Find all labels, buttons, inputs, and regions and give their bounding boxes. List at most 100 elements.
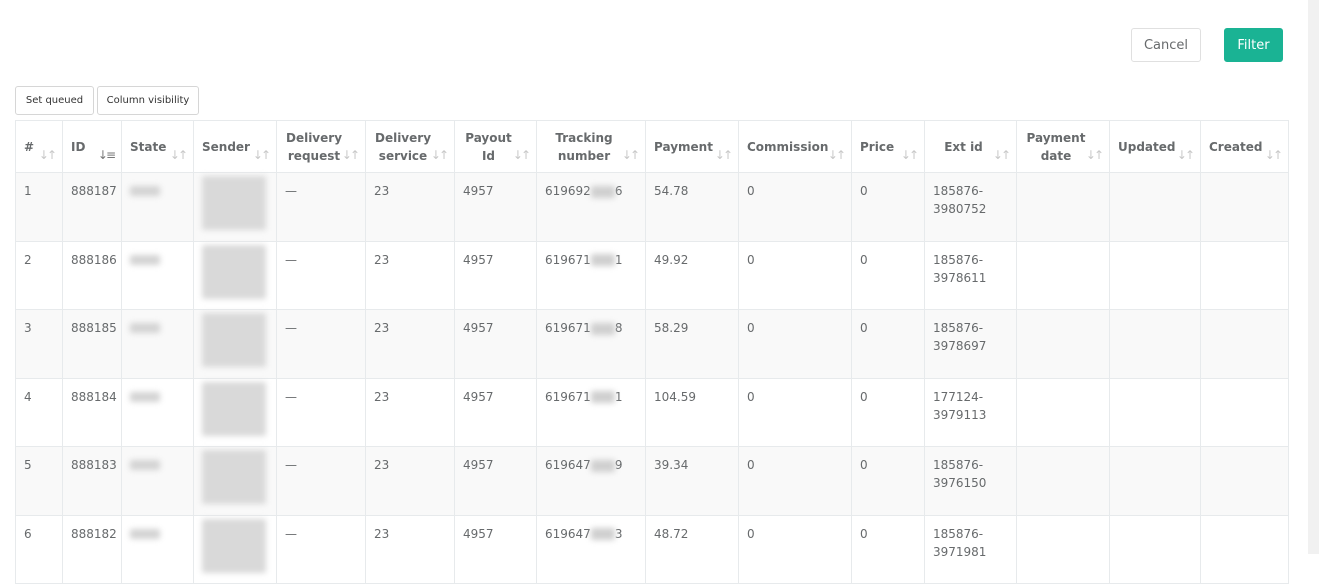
tracking-suffix: 1 <box>614 252 623 267</box>
cell-delivery-request: — <box>276 309 366 379</box>
column-header-payment[interactable]: Payment ↓↑ <box>645 120 739 173</box>
cell-state <box>121 309 194 379</box>
column-header-label: Payment date <box>1026 130 1086 163</box>
sort-both-icon[interactable]: ↓↑ <box>715 146 733 164</box>
column-header-created[interactable]: Created ↓↑ <box>1200 120 1289 173</box>
tracking-prefix: 619671 <box>545 252 591 267</box>
cell-id: 888183 <box>62 446 122 516</box>
table-row[interactable]: 2 888186—23 4957 619671 1 49.92 0 0 185876-39786… <box>15 240 1289 310</box>
cell-payment-date <box>1016 514 1110 584</box>
cell-ext-id: 177124-3979113 <box>924 377 1017 447</box>
table-row[interactable]: 6 888182—23 4957 619647 3 48.72 0 0 185876-39719… <box>15 514 1289 584</box>
sort-both-icon[interactable]: ↓↑ <box>342 146 360 164</box>
cell-num: 5 <box>15 446 63 516</box>
cell-commission: 0 <box>738 172 852 242</box>
column-header-label: Ext id <box>944 139 983 154</box>
cancel-button[interactable]: Cancel <box>1131 28 1201 62</box>
sort-both-icon[interactable]: ↓↑ <box>901 146 919 164</box>
column-header-label: Created <box>1209 139 1263 154</box>
table-row[interactable]: 1 888187—23 4957 619692 6 54.78 0 0 185876-39807… <box>15 172 1289 242</box>
sort-both-icon[interactable]: ↓↑ <box>828 146 846 164</box>
column-header-commission[interactable]: Commission ↓↑ <box>738 120 852 173</box>
tracking-number: 619671 1 <box>545 390 622 404</box>
sort-both-icon[interactable]: ↓↑ <box>170 146 188 164</box>
column-header-delivery-service[interactable]: Delivery service ↓↑ <box>365 120 455 173</box>
cell-delivery-request: — <box>276 446 366 516</box>
column-header-label: Updated <box>1118 139 1176 154</box>
sort-both-icon[interactable]: ↓↑ <box>39 146 57 164</box>
cell-num: 4 <box>15 377 63 447</box>
column-header-label: Commission <box>747 139 829 154</box>
sort-desc-icon[interactable]: ↓≡ <box>98 146 116 164</box>
cell-state <box>121 377 194 447</box>
tracking-suffix: 1 <box>614 389 623 404</box>
table-row[interactable]: 5 888183—23 4957 619647 9 39.34 0 0 185876-39761… <box>15 446 1289 516</box>
sort-both-icon[interactable]: ↓↑ <box>993 146 1011 164</box>
column-header-ext-id[interactable]: Ext id ↓↑ <box>924 120 1017 173</box>
column-header-label: Payout Id <box>465 130 512 163</box>
cell-delivery-service: 23 <box>365 309 455 379</box>
cell-ext-id: 185876-3978611 <box>924 240 1017 310</box>
cell-state <box>121 446 194 516</box>
sort-both-icon[interactable]: ↓↑ <box>431 146 449 164</box>
cell-updated <box>1109 514 1201 584</box>
cell-sender <box>193 240 277 310</box>
cell-id: 888186 <box>62 240 122 310</box>
cell-ext-id: 185876-3980752 <box>924 172 1017 242</box>
column-header-label: Tracking number <box>555 130 613 163</box>
column-header-label: Payment <box>654 139 713 154</box>
filter-button[interactable]: Filter <box>1224 28 1283 62</box>
cell-id: 888182 <box>62 514 122 584</box>
cell-updated <box>1109 309 1201 379</box>
cell-num: 6 <box>15 514 63 584</box>
sort-both-icon[interactable]: ↓↑ <box>1177 146 1195 164</box>
cell-tracking-number: 619647 9 <box>536 446 646 516</box>
column-header-sender[interactable]: Sender ↓↑ <box>193 120 277 173</box>
cell-num: 2 <box>15 240 63 310</box>
column-header-label: State <box>130 139 167 154</box>
cell-updated <box>1109 172 1201 242</box>
column-header-updated[interactable]: Updated ↓↑ <box>1109 120 1201 173</box>
cell-price: 0 <box>851 309 925 379</box>
cell-sender <box>193 514 277 584</box>
cell-created <box>1200 514 1289 584</box>
redacted-tracking <box>590 185 615 198</box>
table-header: # ↓↑ ID ↓≡ State ↓↑ Sender ↓↑ Delivery request ↓↑… <box>15 120 1289 173</box>
column-header-id[interactable]: ID ↓≡ <box>62 120 122 173</box>
sort-both-icon[interactable]: ↓↑ <box>622 146 640 164</box>
column-header-num[interactable]: # ↓↑ <box>15 120 63 173</box>
sort-both-icon[interactable]: ↓↑ <box>1086 146 1104 164</box>
cell-price: 0 <box>851 446 925 516</box>
column-header-state[interactable]: State ↓↑ <box>121 120 194 173</box>
tracking-number: 619671 8 <box>545 321 622 335</box>
column-header-price[interactable]: Price ↓↑ <box>851 120 925 173</box>
redacted-tracking <box>590 322 615 335</box>
cell-updated <box>1109 240 1201 310</box>
column-header-label: Delivery service <box>374 130 432 163</box>
cell-tracking-number: 619671 1 <box>536 377 646 447</box>
sort-both-icon[interactable]: ↓↑ <box>253 146 271 164</box>
redacted-state <box>130 254 160 265</box>
tracking-suffix: 9 <box>614 458 623 472</box>
redacted-sender <box>202 381 266 436</box>
column-header-payment-date[interactable]: Payment date ↓↑ <box>1016 120 1110 173</box>
column-header-delivery-request[interactable]: Delivery request ↓↑ <box>276 120 366 173</box>
redacted-sender <box>202 313 266 367</box>
table-row[interactable]: 4 888184—23 4957 619671 1 104.59 0 0 177124-3979… <box>15 377 1289 447</box>
cell-delivery-request: — <box>276 514 366 584</box>
cell-commission: 0 <box>738 514 852 584</box>
cell-delivery-service: 23 <box>365 446 455 516</box>
orders-table: # ↓↑ ID ↓≡ State ↓↑ Sender ↓↑ Delivery request ↓↑… <box>15 120 1289 584</box>
column-header-tracking-number[interactable]: Tracking number ↓↑ <box>536 120 646 173</box>
cell-state <box>121 240 194 310</box>
cell-commission: 0 <box>738 377 852 447</box>
cell-ext-id: 185876-3978697 <box>924 309 1017 379</box>
set-queued-button[interactable]: Set queued <box>15 86 94 115</box>
page-scrollbar[interactable] <box>1308 0 1319 554</box>
sort-both-icon[interactable]: ↓↑ <box>513 146 531 164</box>
column-visibility-button[interactable]: Column visibility <box>97 86 199 115</box>
table-row[interactable]: 3 888185—23 4957 619671 8 58.29 0 0 185876-39786… <box>15 309 1289 379</box>
sort-both-icon[interactable]: ↓↑ <box>1265 146 1283 164</box>
cell-payment: 58.29 <box>645 309 739 379</box>
column-header-payout-id[interactable]: Payout Id ↓↑ <box>454 120 537 173</box>
